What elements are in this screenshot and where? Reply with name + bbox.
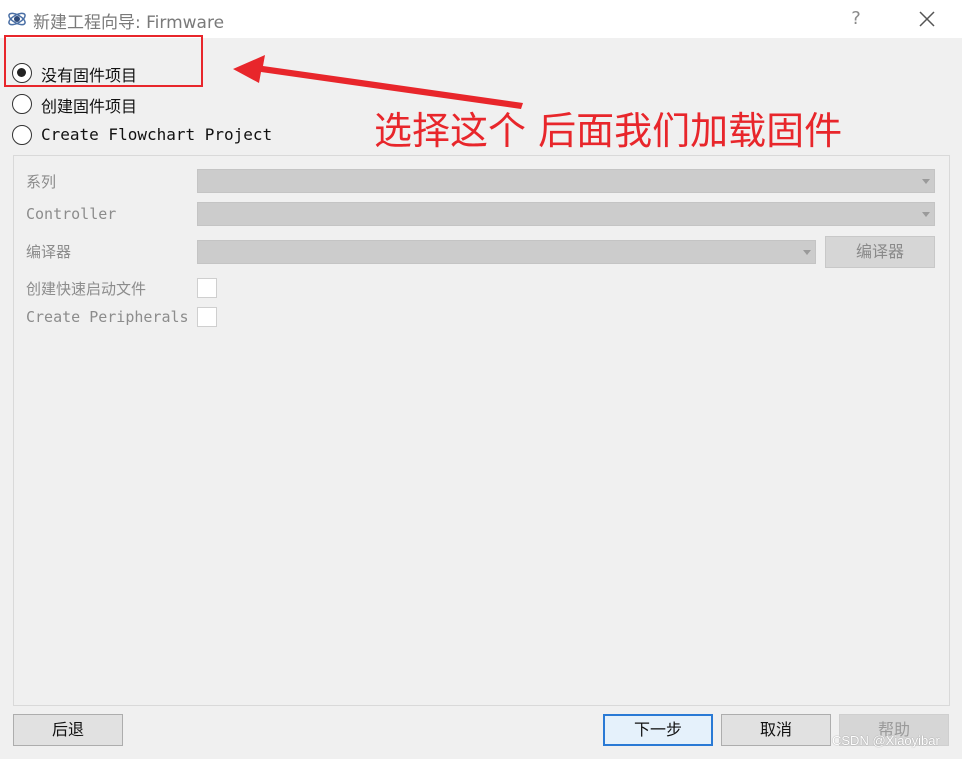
annotation-text: 选择这个 后面我们加载固件: [374, 109, 843, 153]
watermark: CSDN @Xiaoyibar: [832, 733, 940, 748]
settings-panel: [13, 155, 950, 706]
series-select[interactable]: [197, 169, 935, 193]
qt-creator-icon: [8, 12, 26, 26]
compiler-button[interactable]: 编译器: [825, 236, 935, 268]
close-icon[interactable]: [910, 4, 944, 34]
chevron-down-icon: [803, 250, 811, 255]
peripherals-checkbox[interactable]: [197, 307, 217, 327]
chevron-down-icon: [922, 179, 930, 184]
quickstart-label: 创建快速启动文件: [26, 280, 147, 298]
annotation-highlight-box: [4, 35, 203, 87]
series-label: 系列: [26, 173, 57, 191]
chevron-down-icon: [922, 212, 930, 217]
radio-label-flowchart: Create Flowchart Project: [41, 125, 273, 144]
peripherals-label: Create Peripherals: [26, 308, 189, 326]
controller-select[interactable]: [197, 202, 935, 226]
controller-label: Controller: [26, 205, 117, 223]
compiler-label: 编译器: [26, 243, 72, 261]
window-title: 新建工程向导: Firmware: [33, 13, 225, 33]
cancel-button[interactable]: 取消: [721, 714, 831, 746]
help-title-button[interactable]: ?: [840, 4, 872, 34]
quickstart-checkbox[interactable]: [197, 278, 217, 298]
title-bar: 新建工程向导: Firmware ?: [0, 0, 962, 38]
radio-label-create-firmware: 创建固件项目: [41, 97, 138, 116]
radio-create-firmware[interactable]: [12, 94, 32, 114]
back-button[interactable]: 后退: [13, 714, 123, 746]
radio-flowchart[interactable]: [12, 125, 32, 145]
compiler-select[interactable]: [197, 240, 816, 264]
next-button[interactable]: 下一步: [603, 714, 713, 746]
